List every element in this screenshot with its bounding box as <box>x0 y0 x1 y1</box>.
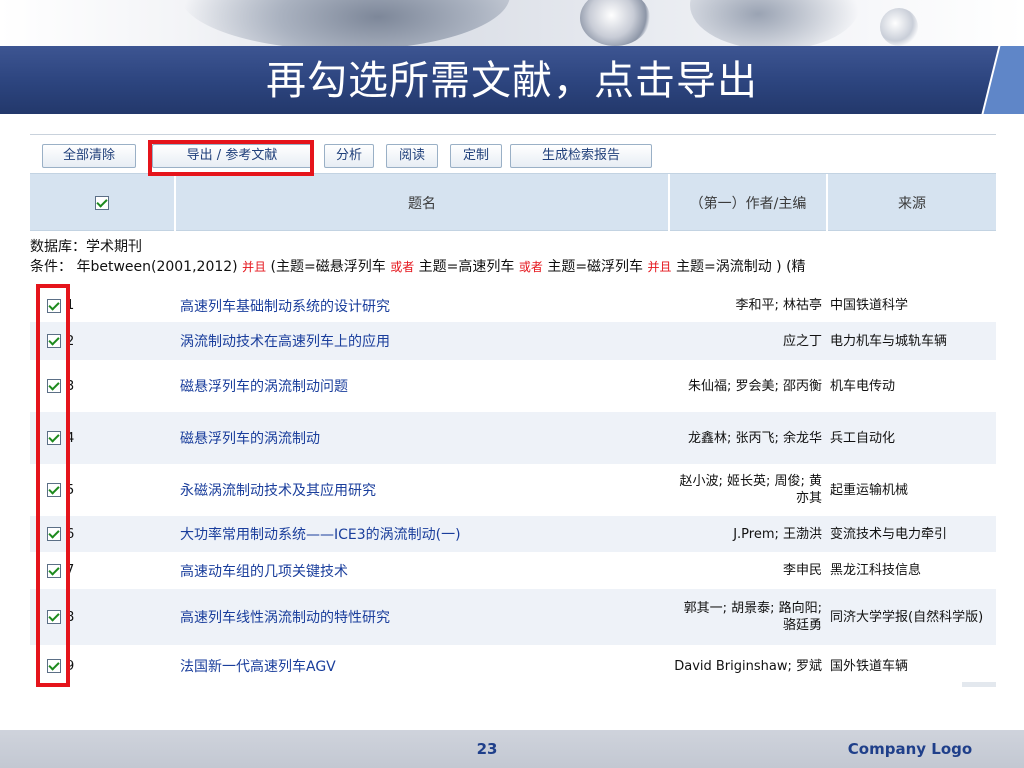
article-author: David Briginshaw; 罗斌 <box>674 658 822 674</box>
condition-label: 条件： <box>30 259 72 275</box>
customize-button[interactable]: 定制 <box>450 144 502 168</box>
page-number: 23 <box>476 740 498 758</box>
generate-report-button[interactable]: 生成检索报告 <box>510 144 652 168</box>
search-results-screenshot: 全部清除 导出 / 参考文献 分析 阅读 定制 生成检索报告 题名 （第一）作者… <box>30 134 996 687</box>
condition-tail: ) (精 <box>776 259 806 275</box>
article-source: 起重运输机械 <box>830 482 909 498</box>
article-title-link[interactable]: 大功率常用制动系统——ICE3的涡流制动(一) <box>180 516 660 552</box>
header-select-all-cell <box>30 174 174 232</box>
article-source: 变流技术与电力牵引 <box>830 526 948 542</box>
table-row: 1 高速列车基础制动系统的设计研究 李和平; 林祜亭 中国铁道科学 <box>30 289 996 322</box>
condition-topic: 主题=涡流制动 <box>675 259 772 275</box>
operator-and: 并且 <box>647 260 672 274</box>
article-author: 赵小波; 姬长英; 周俊; 黄亦其 <box>679 474 822 506</box>
article-author: 李和平; 林祜亭 <box>735 298 822 313</box>
operator-and: 并且 <box>242 260 267 274</box>
analyze-button[interactable]: 分析 <box>324 144 374 168</box>
condition-topic: (主题=磁悬浮列车 <box>270 259 386 275</box>
table-row: 9 法国新一代高速列车AGV David Briginshaw; 罗斌 国外铁道车辆 <box>30 645 996 687</box>
table-row: 3 磁悬浮列车的涡流制动问题 朱仙福; 罗会美; 邵丙衡 机车电传动 <box>30 360 996 412</box>
article-author: 李申民 <box>782 563 822 578</box>
database-label: 数据库： <box>30 239 86 255</box>
table-header: 题名 （第一）作者/主编 来源 <box>30 173 996 232</box>
checkbox-highlight-box <box>36 284 70 687</box>
header-author: （第一）作者/主编 <box>668 174 826 232</box>
scrollbar[interactable] <box>962 682 996 687</box>
slide-title: 再勾选所需文献，点击导出 <box>266 58 758 104</box>
condition-year: 年between(2001,2012) <box>76 259 238 275</box>
article-author: J.Prem; 王渤洪 <box>733 526 822 542</box>
header-title: 题名 <box>174 174 668 232</box>
article-title-link[interactable]: 永磁涡流制动技术及其应用研究 <box>180 464 660 516</box>
article-author: 朱仙福; 罗会美; 邵丙衡 <box>687 378 822 394</box>
clear-all-button[interactable]: 全部清除 <box>42 144 136 168</box>
article-source: 国外铁道车辆 <box>830 658 909 674</box>
divider <box>30 134 996 138</box>
operator-or: 或者 <box>518 260 543 274</box>
article-title-link[interactable]: 涡流制动技术在高速列车上的应用 <box>180 322 660 360</box>
decor-swirl <box>180 0 510 48</box>
table-row: 5 永磁涡流制动技术及其应用研究 赵小波; 姬长英; 周俊; 黄亦其 起重运输机械 <box>30 464 996 516</box>
article-author: 郭其一; 胡景泰; 路向阳; 骆廷勇 <box>683 601 822 633</box>
table-row: 4 磁悬浮列车的涡流制动 龙鑫林; 张丙飞; 余龙华 兵工自动化 <box>30 412 996 464</box>
condition-line: 条件： 年between(2001,2012) 并且 (主题=磁悬浮列车 或者 … <box>30 256 996 276</box>
article-source: 机车电传动 <box>830 378 896 394</box>
article-title-link[interactable]: 高速动车组的几项关键技术 <box>180 552 660 589</box>
read-button[interactable]: 阅读 <box>386 144 438 168</box>
article-source: 中国铁道科学 <box>830 298 909 313</box>
operator-or: 或者 <box>390 260 415 274</box>
table-row: 2 涡流制动技术在高速列车上的应用 应之丁 电力机车与城轨车辆 <box>30 322 996 360</box>
article-title-link[interactable]: 法国新一代高速列车AGV <box>180 645 660 687</box>
export-highlight-box <box>148 140 314 176</box>
article-source: 黑龙江科技信息 <box>830 563 922 578</box>
decor-bubble <box>580 0 650 46</box>
condition-topic: 主题=高速列车 <box>418 259 515 275</box>
article-title-link[interactable]: 高速列车基础制动系统的设计研究 <box>180 289 660 322</box>
table-row: 8 高速列车线性涡流制动的特性研究 郭其一; 胡景泰; 路向阳; 骆廷勇 同济大学学报… <box>30 589 996 645</box>
company-logo: Company Logo <box>847 740 973 758</box>
article-author: 应之丁 <box>782 333 822 349</box>
article-title-link[interactable]: 磁悬浮列车的涡流制动 <box>180 412 660 464</box>
database-value: 学术期刊 <box>86 239 142 255</box>
article-title-link[interactable]: 磁悬浮列车的涡流制动问题 <box>180 360 660 412</box>
article-author: 龙鑫林; 张丙飞; 余龙华 <box>687 430 822 446</box>
select-all-checkbox[interactable] <box>95 196 109 210</box>
header-decoration <box>0 0 1024 48</box>
decor-swirl <box>690 0 860 48</box>
decor-bubble <box>880 8 918 46</box>
condition-topic: 主题=磁浮列车 <box>547 259 644 275</box>
article-source: 同济大学学报(自然科学版) <box>830 609 984 625</box>
table-row: 7 高速动车组的几项关键技术 李申民 黑龙江科技信息 <box>30 552 996 589</box>
article-title-link[interactable]: 高速列车线性涡流制动的特性研究 <box>180 589 660 645</box>
article-source: 兵工自动化 <box>830 430 896 446</box>
table-row: 6 大功率常用制动系统——ICE3的涡流制动(一) J.Prem; 王渤洪 变流技术与… <box>30 516 996 552</box>
database-line: 数据库：学术期刊 <box>30 236 996 256</box>
header-source: 来源 <box>826 174 996 232</box>
article-source: 电力机车与城轨车辆 <box>830 333 948 349</box>
